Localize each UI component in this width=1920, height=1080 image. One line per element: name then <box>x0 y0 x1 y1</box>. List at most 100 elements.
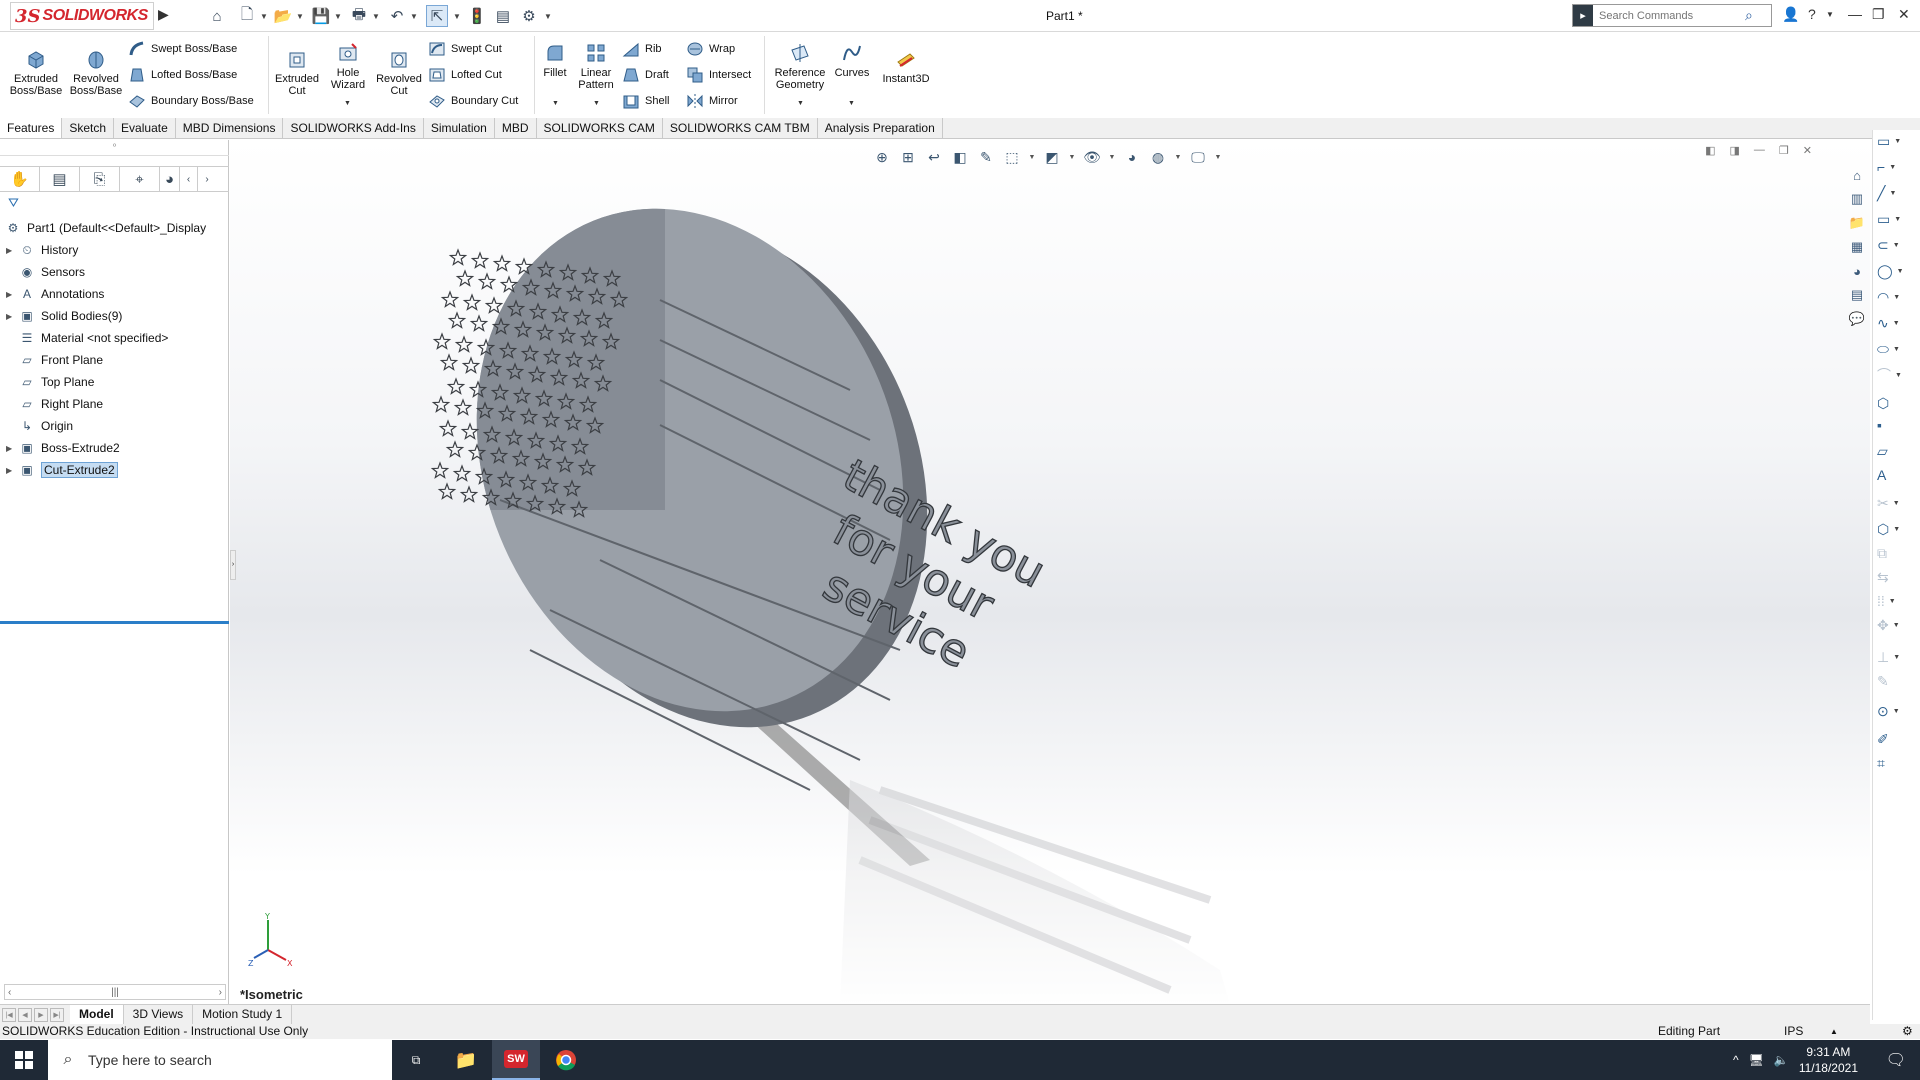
expand-icon[interactable]: ▶ <box>6 290 18 299</box>
solidworks-taskbar-icon[interactable]: SW <box>492 1040 540 1080</box>
pattern-sketch-icon[interactable]: ⁞⁞ ▼ <box>1877 590 1907 612</box>
tree-item-sensors[interactable]: ◉ Sensors <box>0 261 229 283</box>
solidworks-logo[interactable]: 3S SOLIDWORKS <box>10 2 154 30</box>
close-icon[interactable]: ✕ <box>1898 6 1910 23</box>
search-icon[interactable]: ⌕ <box>1745 7 1753 24</box>
restore-icon[interactable]: ❐ <box>1872 6 1885 23</box>
dynamic-annotation-icon[interactable]: ✎ <box>976 147 996 167</box>
search-input[interactable] <box>1593 9 1743 22</box>
swept-cut-button[interactable]: Swept Cut <box>428 40 502 58</box>
scroll-thumb[interactable]: ||| <box>111 987 119 998</box>
unit-system[interactable]: IPS <box>1784 1024 1803 1039</box>
fillet-button[interactable]: Fillet <box>538 42 572 79</box>
tab-motion-study-1[interactable]: Motion Study 1 <box>193 1005 293 1024</box>
user-icon[interactable]: 👤 <box>1782 6 1799 23</box>
slot-icon[interactable]: ⊂ ▼ <box>1877 234 1907 256</box>
rollback-bar[interactable] <box>0 621 229 624</box>
tree-item-cut-extrude2[interactable]: ▶ ▣ Cut-Extrude2 <box>0 459 229 481</box>
rectangle-icon[interactable]: ▭ ▼ <box>1877 208 1907 230</box>
tree-item-material[interactable]: ☰ Material <not specified> <box>0 327 229 349</box>
arc-icon[interactable]: ◠ ▼ <box>1877 286 1907 308</box>
tab-mbd[interactable]: MBD <box>495 118 537 138</box>
open-dropdown-icon[interactable]: ▼ <box>295 5 305 27</box>
scroll-right-icon[interactable]: › <box>219 987 222 998</box>
save-dropdown-icon[interactable]: ▼ <box>333 5 343 27</box>
mirror-sketch-icon[interactable]: ⇆ <box>1877 566 1907 588</box>
open-icon[interactable]: 📂 <box>272 5 294 27</box>
forum-icon[interactable]: 💬 <box>1846 309 1868 329</box>
first-tab-icon[interactable]: |◀ <box>2 1007 16 1022</box>
file-explorer-taskbar-icon[interactable]: 📁 <box>442 1040 490 1080</box>
ellipse-icon[interactable]: ⬭ ▼ <box>1877 338 1907 360</box>
viewport-next-icon[interactable]: ◨ <box>1730 144 1740 157</box>
scene-dropdown-icon[interactable]: ▼ <box>1174 147 1182 167</box>
scroll-right-icon[interactable]: › <box>198 167 216 191</box>
shell-button[interactable]: Shell <box>622 92 669 110</box>
polygon-icon[interactable]: ⬡ <box>1877 392 1907 414</box>
customize-status-icon[interactable]: ⚙ <box>1902 1024 1913 1039</box>
convert-entities-icon[interactable]: ⬡ ▼ <box>1877 518 1907 540</box>
spline-icon[interactable]: ∿ ▼ <box>1877 312 1907 334</box>
file-explorer-icon[interactable]: 📁 <box>1846 213 1868 233</box>
rebuild-icon[interactable]: 🚦 <box>466 5 488 27</box>
viewport-prev-icon[interactable]: ◧ <box>1705 144 1715 157</box>
select-cursor-icon[interactable]: ⇱ <box>426 5 448 27</box>
fillet-dropdown-icon[interactable]: ▼ <box>552 100 559 107</box>
view-settings-dropdown-icon[interactable]: ▼ <box>1214 147 1222 167</box>
curves-dropdown-icon[interactable]: ▼ <box>848 100 855 107</box>
tree-item-solid-bodies[interactable]: ▶ ▣ Solid Bodies(9) <box>0 305 229 327</box>
options-gear-icon[interactable]: ⚙ <box>518 5 540 27</box>
revolved-boss-button[interactable]: Revolved Boss/Base <box>68 48 124 97</box>
notifications-icon[interactable]: 🗨 <box>1886 1050 1906 1070</box>
tab-solidworks-addins[interactable]: SOLIDWORKS Add-Ins <box>283 118 424 138</box>
display-relations-icon[interactable]: ⊥ ▼ <box>1877 646 1907 668</box>
appearances-icon[interactable]: ◕ <box>1846 261 1868 281</box>
graphics-area[interactable]: thank you for your service ⊕ ⊞ ↩ ◧ ✎ ⬚ ▼… <box>230 140 1870 1004</box>
revolved-cut-button[interactable]: Revolved Cut <box>374 48 424 97</box>
display-manager-tab-icon[interactable]: ◕ <box>160 167 180 191</box>
panel-grip[interactable]: ⚬ <box>0 140 229 156</box>
filter-icon[interactable]: ⛛ <box>8 195 19 211</box>
tree-item-annotations[interactable]: ▶ A Annotations <box>0 283 229 305</box>
lofted-boss-button[interactable]: Lofted Boss/Base <box>128 66 237 84</box>
tab-sketch[interactable]: Sketch <box>62 118 115 138</box>
pattern-dropdown-icon[interactable]: ▼ <box>593 100 600 107</box>
zoom-to-area-icon[interactable]: ⊞ <box>898 147 918 167</box>
quick-snaps-icon[interactable]: ⊙ ▼ <box>1877 700 1907 722</box>
line-icon[interactable]: ╱ ▼ <box>1877 182 1907 204</box>
search-commands[interactable]: ▸ ⌕ <box>1572 4 1772 27</box>
plane-sketch-icon[interactable]: ▱ <box>1877 440 1907 462</box>
feature-manager-tab-icon[interactable]: ✋ <box>0 167 40 191</box>
menu-expand-icon[interactable]: ▶ <box>158 6 169 23</box>
extruded-boss-button[interactable]: Extruded Boss/Base <box>8 48 64 97</box>
units-dropdown-icon[interactable]: ▲ <box>1830 1024 1838 1039</box>
custom-properties-icon[interactable]: ▤ <box>1846 285 1868 305</box>
print-icon[interactable]: 🖶 <box>348 5 370 27</box>
tab-model[interactable]: Model <box>70 1005 124 1024</box>
dimxpert-tab-icon[interactable]: ⌖ <box>120 167 160 191</box>
intersect-button[interactable]: Intersect <box>686 66 751 84</box>
view-palette-icon[interactable]: ▦ <box>1846 237 1868 257</box>
chrome-taskbar-icon[interactable] <box>542 1040 590 1080</box>
tab-analysis-preparation[interactable]: Analysis Preparation <box>818 118 943 138</box>
design-library-icon[interactable]: ▥ <box>1846 189 1868 209</box>
tab-3d-views[interactable]: 3D Views <box>124 1005 194 1024</box>
reference-dropdown-icon[interactable]: ▼ <box>797 100 804 107</box>
task-view-icon[interactable]: ⧉ <box>392 1040 440 1080</box>
fillet-sketch-icon[interactable]: ⌒ ▼ <box>1877 364 1907 386</box>
next-tab-icon[interactable]: ▶ <box>34 1007 48 1022</box>
wrap-button[interactable]: Wrap <box>686 40 735 58</box>
point-icon[interactable]: ▪ <box>1877 414 1907 436</box>
text-icon[interactable]: A <box>1877 464 1907 486</box>
undo-dropdown-icon[interactable]: ▼ <box>409 5 419 27</box>
sketch-icon[interactable]: ▭ ▼ <box>1877 130 1907 152</box>
view-orientation-dropdown-icon[interactable]: ▼ <box>1028 147 1036 167</box>
solidworks-resources-icon[interactable]: ⌂ <box>1846 165 1868 185</box>
expand-icon[interactable]: ▶ <box>6 466 18 475</box>
rapid-sketch-icon[interactable]: ✐ <box>1877 728 1907 750</box>
undo-icon[interactable]: ↶ <box>386 5 408 27</box>
property-manager-tab-icon[interactable]: ▤ <box>40 167 80 191</box>
tree-item-boss-extrude2[interactable]: ▶ ▣ Boss-Extrude2 <box>0 437 229 459</box>
hide-show-dropdown-icon[interactable]: ▼ <box>1108 147 1116 167</box>
minimize-icon[interactable]: — <box>1848 6 1862 22</box>
